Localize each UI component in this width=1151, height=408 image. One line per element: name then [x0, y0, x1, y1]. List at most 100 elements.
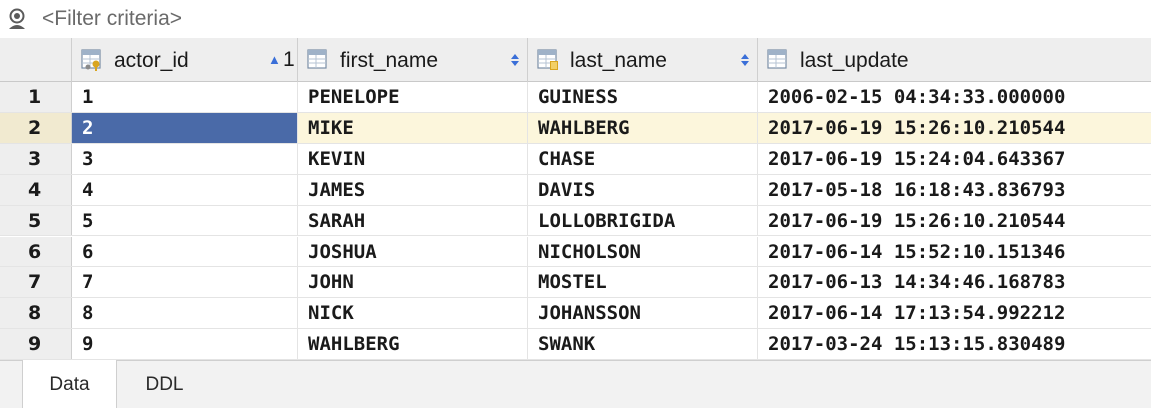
- cell-value: 6: [82, 240, 94, 263]
- table-cell-last-update[interactable]: 2017-05-18 16:18:43.836793: [758, 175, 1151, 205]
- row-number-cell[interactable]: 8: [0, 298, 72, 329]
- cell-value: LOLLOBRIGIDA: [538, 209, 676, 232]
- cell-value: JAMES: [308, 178, 366, 201]
- cell-value: KEVIN: [308, 147, 366, 170]
- filter-criteria-input[interactable]: [42, 6, 1142, 32]
- table-row[interactable]: 9 9 WAHLBERG SWANK 2017-03-24 15:13:15.83048…: [0, 329, 1151, 361]
- editor-tab-bar: Data DDL: [0, 360, 1151, 408]
- table-cell-actor-id[interactable]: 1: [72, 82, 298, 112]
- table-cell-first-name[interactable]: SARAH: [298, 205, 528, 236]
- table-cell-last-update[interactable]: 2017-06-19 15:26:10.210544: [758, 206, 1151, 236]
- cell-value: MIKE: [308, 116, 354, 139]
- column-icon: [307, 49, 327, 69]
- row-number: 2: [28, 116, 42, 139]
- table-row[interactable]: 7 7 JOHN MOSTEL 2017-06-13 14:34:46.168783: [0, 267, 1151, 299]
- table-cell-actor-id[interactable]: 2: [72, 112, 298, 143]
- table-row[interactable]: 8 8 NICK JOHANSSON 2017-06-14 17:13:54.99221…: [0, 298, 1151, 330]
- table-cell-last-update[interactable]: 2017-06-14 15:52:10.151346: [758, 237, 1151, 267]
- row-number-cell[interactable]: 3: [0, 143, 72, 174]
- column-header-actor-id[interactable]: actor_id ▲ 1: [72, 38, 298, 82]
- table-cell-first-name[interactable]: WAHLBERG: [298, 329, 528, 360]
- table-cell-first-name[interactable]: JAMES: [298, 174, 528, 205]
- table-cell-last-update[interactable]: 2017-06-19 15:26:10.210544: [758, 113, 1151, 143]
- table-cell-actor-id[interactable]: 9: [72, 329, 298, 360]
- table-cell-actor-id[interactable]: 5: [72, 205, 298, 236]
- table-cell-last-name[interactable]: NICHOLSON: [528, 236, 758, 267]
- row-number-cell[interactable]: 2: [0, 112, 72, 143]
- cell-value: SWANK: [538, 333, 596, 356]
- table-cell-first-name[interactable]: MIKE: [298, 112, 528, 143]
- table-cell-last-name[interactable]: DAVIS: [528, 174, 758, 205]
- table-cell-actor-id[interactable]: 7: [72, 267, 298, 298]
- cell-value: 2017-05-18 16:18:43.836793: [768, 178, 1066, 201]
- column-icon: [767, 49, 787, 69]
- cell-value: WAHLBERG: [308, 333, 400, 356]
- row-number-cell[interactable]: 4: [0, 174, 72, 205]
- table-cell-last-name[interactable]: GUINESS: [528, 82, 758, 112]
- row-number-cell[interactable]: 6: [0, 236, 72, 267]
- table-cell-first-name[interactable]: JOSHUA: [298, 236, 528, 267]
- row-number: 6: [28, 240, 42, 263]
- table-cell-actor-id[interactable]: 4: [72, 174, 298, 205]
- table-cell-last-update[interactable]: 2017-06-14 17:13:54.992212: [758, 298, 1151, 328]
- row-number-cell[interactable]: 5: [0, 205, 72, 236]
- row-number: 1: [28, 86, 42, 108]
- cell-value: 2017-06-19 15:24:04.643367: [768, 147, 1066, 170]
- cell-value: PENELOPE: [308, 86, 400, 108]
- table-cell-first-name[interactable]: NICK: [298, 298, 528, 329]
- table-cell-last-update[interactable]: 2017-03-24 15:13:15.830489: [758, 329, 1151, 359]
- cell-value: 2006-02-15 04:34:33.000000: [768, 86, 1066, 108]
- table-cell-first-name[interactable]: KEVIN: [298, 143, 528, 174]
- table-cell-last-name[interactable]: MOSTEL: [528, 267, 758, 298]
- row-number: 4: [28, 178, 42, 201]
- table-cell-first-name[interactable]: PENELOPE: [298, 82, 528, 112]
- table-row[interactable]: 6 6 JOSHUA NICHOLSON 2017-06-14 15:52:10.151…: [0, 236, 1151, 268]
- column-header-last-update[interactable]: last_update: [758, 38, 1151, 82]
- table-cell-last-name[interactable]: WAHLBERG: [528, 112, 758, 143]
- table-cell-last-update[interactable]: 2017-06-19 15:24:04.643367: [758, 144, 1151, 174]
- table-row[interactable]: 3 3 KEVIN CHASE 2017-06-19 15:24:04.643367: [0, 143, 1151, 175]
- table-cell-last-name[interactable]: SWANK: [528, 329, 758, 360]
- sort-ascending-icon[interactable]: ▲: [268, 49, 281, 71]
- sort-toggle-icon[interactable]: [510, 49, 520, 71]
- table-row[interactable]: 5 5 SARAH LOLLOBRIGIDA 2017-06-19 15:26:10.2…: [0, 205, 1151, 237]
- cell-value: 2017-03-24 15:13:15.830489: [768, 333, 1066, 356]
- filter-search-icon[interactable]: [6, 7, 30, 31]
- table-cell-actor-id[interactable]: 8: [72, 298, 298, 329]
- cell-value: 7: [82, 271, 94, 294]
- row-number: 5: [28, 209, 42, 232]
- row-number-cell[interactable]: 1: [0, 82, 72, 112]
- table-row[interactable]: 1 1 PENELOPE GUINESS 2006-02-15 04:34:33.000…: [0, 82, 1151, 113]
- table-cell-last-name[interactable]: JOHANSSON: [528, 298, 758, 329]
- table-row[interactable]: 4 4 JAMES DAVIS 2017-05-18 16:18:43.836793: [0, 174, 1151, 206]
- tab-ddl[interactable]: DDL: [117, 361, 212, 408]
- table-row[interactable]: 2 2 MIKE WAHLBERG 2017-06-19 15:26:10.210544: [0, 112, 1151, 144]
- cell-value: GUINESS: [538, 86, 619, 108]
- cell-value: 4: [82, 178, 94, 201]
- cell-value: JOHANSSON: [538, 302, 641, 325]
- table-cell-actor-id[interactable]: 3: [72, 143, 298, 174]
- table-cell-actor-id[interactable]: 6: [72, 236, 298, 267]
- table-cell-first-name[interactable]: JOHN: [298, 267, 528, 298]
- row-number-header: [0, 38, 72, 82]
- table-cell-last-name[interactable]: LOLLOBRIGIDA: [528, 205, 758, 236]
- cell-value: 5: [82, 209, 94, 232]
- cell-value: 2017-06-19 15:26:10.210544: [768, 116, 1066, 139]
- cell-value: JOSHUA: [308, 240, 377, 263]
- table-cell-last-update[interactable]: 2017-06-13 14:34:46.168783: [758, 267, 1151, 297]
- cell-value: CHASE: [538, 147, 596, 170]
- row-number-cell[interactable]: 9: [0, 329, 72, 360]
- row-number: 3: [28, 147, 42, 170]
- column-header-label: last_name: [570, 49, 667, 72]
- filter-bar: [0, 0, 1151, 38]
- row-number: 8: [28, 302, 42, 325]
- table-cell-last-update[interactable]: 2006-02-15 04:34:33.000000: [758, 82, 1151, 112]
- row-number-cell[interactable]: 7: [0, 267, 72, 298]
- table-cell-last-name[interactable]: CHASE: [528, 143, 758, 174]
- tab-data[interactable]: Data: [22, 360, 117, 408]
- column-header-first-name[interactable]: first_name: [298, 38, 528, 82]
- column-header-label: first_name: [340, 49, 439, 72]
- column-header-last-name[interactable]: last_name: [528, 38, 758, 82]
- primary-key-column-icon: [81, 49, 101, 71]
- sort-toggle-icon[interactable]: [740, 49, 750, 71]
